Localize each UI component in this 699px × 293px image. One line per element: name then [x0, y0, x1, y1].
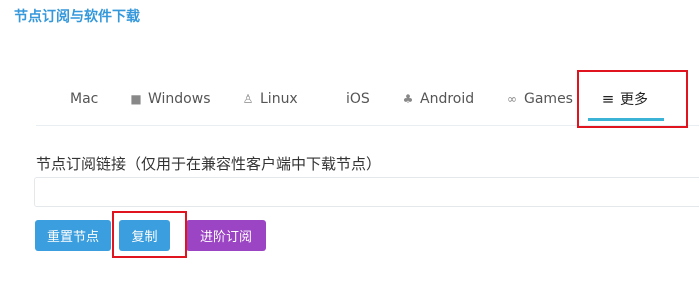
- tab-mac-label: Mac: [70, 91, 99, 107]
- tab-games-label: Games: [524, 91, 573, 107]
- tab-linux-label: Linux: [260, 91, 298, 107]
- upgrade-subscription-button[interactable]: 进阶订阅: [186, 220, 266, 251]
- windows-icon: ■: [130, 92, 142, 106]
- reset-nodes-button[interactable]: 重置节点: [35, 220, 111, 251]
- highlight-box-copy-button: [112, 211, 187, 258]
- page-title: 节点订阅与软件下载: [14, 9, 140, 25]
- tab-android[interactable]: ♣ Android: [400, 85, 475, 113]
- tab-ios[interactable]: iOS: [326, 85, 370, 113]
- android-icon: ♣: [402, 92, 414, 106]
- gamepad-icon: ∞: [507, 92, 517, 106]
- subscription-link-label: 节点订阅链接（仅用于在兼容性客户端中下载节点）: [36, 155, 382, 173]
- tab-mac[interactable]: Mac: [50, 85, 98, 113]
- tab-windows-label: Windows: [148, 91, 211, 107]
- tab-linux[interactable]: ♙ Linux: [240, 85, 298, 113]
- tab-android-label: Android: [420, 91, 475, 107]
- tab-ios-label: iOS: [346, 91, 370, 107]
- tab-games[interactable]: ∞ Games: [504, 85, 573, 113]
- tab-windows[interactable]: ■ Windows: [128, 85, 211, 113]
- highlight-box-more-tab: [577, 70, 688, 128]
- linux-icon: ♙: [242, 92, 254, 106]
- subscription-link-input[interactable]: [34, 177, 699, 207]
